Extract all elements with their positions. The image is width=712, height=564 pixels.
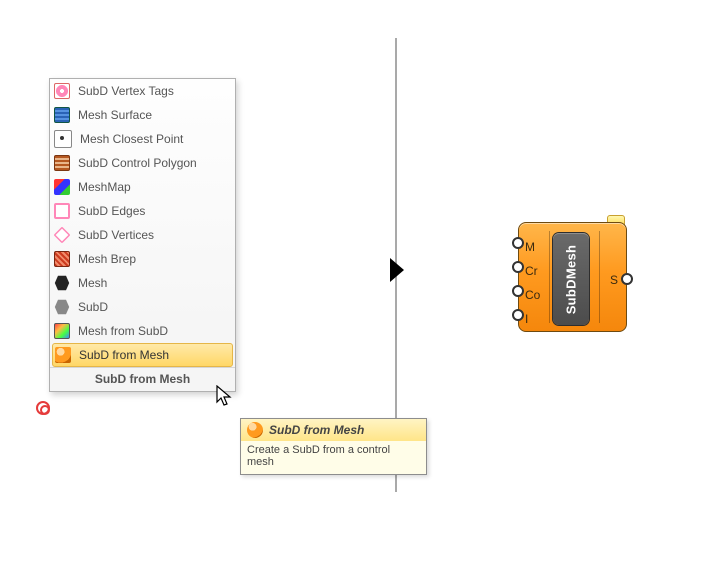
mesh-brep-icon bbox=[54, 251, 70, 267]
component-name: SubDMesh bbox=[564, 244, 579, 314]
mesh-closest-point-icon bbox=[54, 130, 72, 148]
input-port-m[interactable] bbox=[512, 237, 524, 249]
menu-item-label: Mesh Brep bbox=[78, 252, 229, 266]
meshmap-icon bbox=[54, 179, 70, 195]
input-label: Cr bbox=[525, 259, 540, 283]
input-label: M bbox=[525, 235, 540, 259]
input-port-i[interactable] bbox=[512, 309, 524, 321]
subd-control-polygon-icon bbox=[54, 155, 70, 171]
menu-item-subd-vertex-tags[interactable]: SubD Vertex Tags bbox=[50, 79, 235, 103]
input-labels: M Cr Co I bbox=[525, 235, 540, 331]
component-name-bar[interactable]: SubDMesh bbox=[553, 233, 589, 325]
grasshopper-component-subdmesh[interactable]: M Cr Co I S SubDMesh bbox=[518, 218, 625, 334]
node-separator bbox=[549, 231, 550, 323]
subd-icon bbox=[54, 299, 70, 315]
menu-item-mesh-closest-point[interactable]: Mesh Closest Point bbox=[50, 127, 235, 151]
menu-item-label: SubD Edges bbox=[78, 204, 229, 218]
mesh-from-subd-icon bbox=[54, 323, 70, 339]
menu-item-subd-vertices[interactable]: SubD Vertices bbox=[50, 223, 235, 247]
subd-from-mesh-icon bbox=[55, 347, 71, 363]
menu-item-subd-from-mesh[interactable]: SubD from Mesh bbox=[52, 343, 233, 367]
direction-arrow-icon bbox=[390, 258, 404, 282]
menu-item-subd-control-polygon[interactable]: SubD Control Polygon bbox=[50, 151, 235, 175]
menu-item-mesh-surface[interactable]: Mesh Surface bbox=[50, 103, 235, 127]
input-label: I bbox=[525, 307, 540, 331]
menu-item-label: SubD Vertices bbox=[78, 228, 229, 242]
menu-item-label: SubD Vertex Tags bbox=[78, 84, 229, 98]
menu-item-label: SubD Control Polygon bbox=[78, 156, 229, 170]
input-port-co[interactable] bbox=[512, 285, 524, 297]
output-port-s[interactable] bbox=[621, 273, 633, 285]
menu-item-label: Mesh bbox=[78, 276, 229, 290]
menu-item-label: MeshMap bbox=[78, 180, 229, 194]
menu-item-label: SubD bbox=[78, 300, 229, 314]
component-tooltip: SubD from Mesh Create a SubD from a cont… bbox=[240, 418, 427, 475]
menu-item-label: Mesh Closest Point bbox=[80, 132, 229, 146]
menu-item-subd[interactable]: SubD bbox=[50, 295, 235, 319]
node-separator bbox=[599, 231, 600, 323]
menu-item-mesh-brep[interactable]: Mesh Brep bbox=[50, 247, 235, 271]
menu-item-subd-edges[interactable]: SubD Edges bbox=[50, 199, 235, 223]
subd-from-mesh-icon bbox=[247, 422, 263, 438]
component-search-menu[interactable]: SubD Vertex Tags Mesh Surface Mesh Close… bbox=[49, 78, 236, 392]
menu-item-meshmap[interactable]: MeshMap bbox=[50, 175, 235, 199]
menu-item-mesh-from-subd[interactable]: Mesh from SubD bbox=[50, 319, 235, 343]
menu-item-mesh[interactable]: Mesh bbox=[50, 271, 235, 295]
subd-vertex-tags-icon bbox=[54, 83, 70, 99]
output-label: S bbox=[610, 273, 618, 287]
tooltip-body: Create a SubD from a control mesh bbox=[241, 441, 426, 472]
menu-item-label: Mesh from SubD bbox=[78, 324, 229, 338]
record-indicator-icon bbox=[36, 401, 50, 415]
subd-vertices-icon bbox=[54, 227, 71, 244]
tooltip-title: SubD from Mesh bbox=[269, 423, 364, 437]
input-label: Co bbox=[525, 283, 540, 307]
menu-item-label: Mesh Surface bbox=[78, 108, 229, 122]
menu-footer-label: SubD from Mesh bbox=[50, 367, 235, 391]
mesh-icon bbox=[54, 275, 70, 291]
subd-edges-icon bbox=[54, 203, 70, 219]
menu-item-label: SubD from Mesh bbox=[79, 348, 226, 362]
mesh-surface-icon bbox=[54, 107, 70, 123]
input-port-cr[interactable] bbox=[512, 261, 524, 273]
